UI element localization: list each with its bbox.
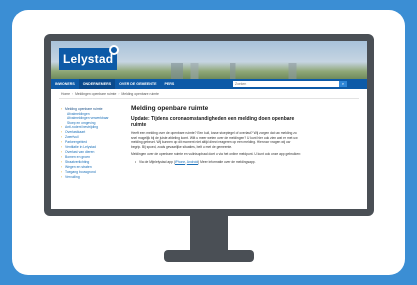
main-content: Melding openbare ruimte Update: Tijdens … [131, 105, 301, 165]
nav-item-ondernemers[interactable]: ONDERNEMERS [78, 79, 116, 89]
breadcrumb-separator: › [118, 92, 120, 96]
intro-paragraph: Heeft een melding over de openbare ruimt… [131, 131, 298, 149]
iphone-link[interactable]: iPhone [175, 160, 185, 164]
info-paragraph: Meldingen over de openbare ruimte en vui… [131, 152, 301, 157]
sidebar: › Melding openbare ruimte Afvalmeldingen… [61, 107, 123, 180]
breadcrumb-meldingen[interactable]: Meldingen openbare ruimte [75, 92, 116, 96]
sidebar-item[interactable]: › Vervuiling [61, 175, 123, 180]
search-input[interactable] [233, 81, 339, 87]
android-link[interactable]: Android [187, 160, 198, 164]
bullet-suffix: ) Meer informatie over de meldingsapp. [198, 159, 256, 164]
nav-item-inwoners[interactable]: INWONERS [51, 79, 79, 89]
breadcrumb-separator: › [72, 92, 74, 96]
divider [59, 98, 359, 99]
update-heading: Update: Tijdens coronaomstandigheden een… [131, 116, 295, 128]
city-skyline [171, 63, 367, 79]
header-banner: Lelystad [51, 41, 367, 79]
nav-item-over-de-gemeente[interactable]: OVER DE GEMEENTE [115, 79, 160, 89]
logo-text: Lelystad [63, 52, 114, 66]
nav-item-pers[interactable]: PERS [160, 79, 178, 89]
page-title: Melding openbare ruimte [131, 105, 209, 112]
breadcrumb-current: Melding openbare ruimte [121, 92, 159, 96]
monitor-base [164, 250, 254, 262]
search-button[interactable]: ⌕ [339, 81, 347, 87]
bullet-prefix: Via de Mijnlelystad app ( [139, 159, 175, 164]
bullet-text: Via de Mijnlelystad app (iPhone, Android… [139, 160, 256, 165]
monitor-screen: Lelystad INWONERS ONDERNEMERS OVER DE GE… [51, 41, 367, 209]
search-icon: ⌕ [341, 81, 345, 86]
sidebar-item-label: Vervuiling [65, 175, 80, 180]
breadcrumb: Home › Meldingen openbare ruimte › Meldi… [61, 92, 159, 96]
breadcrumb-home[interactable]: Home [61, 92, 70, 96]
list-item: • Via de Mijnlelystad app (iPhone, Andro… [131, 160, 301, 165]
monitor-neck [190, 216, 228, 254]
logo-pin-icon [109, 45, 119, 55]
